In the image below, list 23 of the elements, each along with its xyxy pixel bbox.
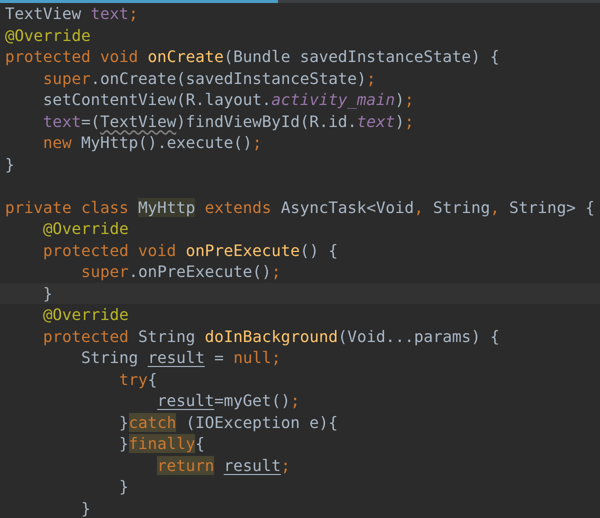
code-line: try{ xyxy=(118,370,158,388)
code-line: return result; xyxy=(156,456,290,474)
code-line: } xyxy=(80,498,91,518)
code-line: @Override xyxy=(42,305,129,324)
code-line: } xyxy=(42,284,53,302)
code-line: result=myGet(); xyxy=(156,391,300,410)
code-line: } xyxy=(118,477,129,496)
code-line: }catch (IOException e){ xyxy=(118,412,338,432)
code-line: }finally{ xyxy=(118,434,205,453)
code-line: text=(TextView)findViewById(R.id.text); xyxy=(42,112,414,130)
code-line: private class MyHttp extends AsyncTask<Void, String, String> { xyxy=(5,198,595,216)
code-line: super.onPreExecute(); xyxy=(80,262,281,281)
code-line: String result = null; xyxy=(80,348,281,367)
code-line: super.onCreate(savedInstanceState); xyxy=(42,68,376,88)
code-line: @Override xyxy=(42,219,129,238)
code-line: } xyxy=(5,154,15,174)
code-line: new MyHttp().execute(); xyxy=(42,133,262,152)
code-line: @Override xyxy=(5,26,91,44)
code-line: protected String doInBackground(Void...params) { xyxy=(42,326,500,346)
code-line: protected void onCreate(Bundle savedInstanceState) { xyxy=(5,47,500,66)
code-line: TextView text; xyxy=(5,4,138,23)
code-line: protected void onPreExecute() { xyxy=(42,240,338,260)
code-line: setContentView(R.layout.activity_main); xyxy=(42,90,414,109)
